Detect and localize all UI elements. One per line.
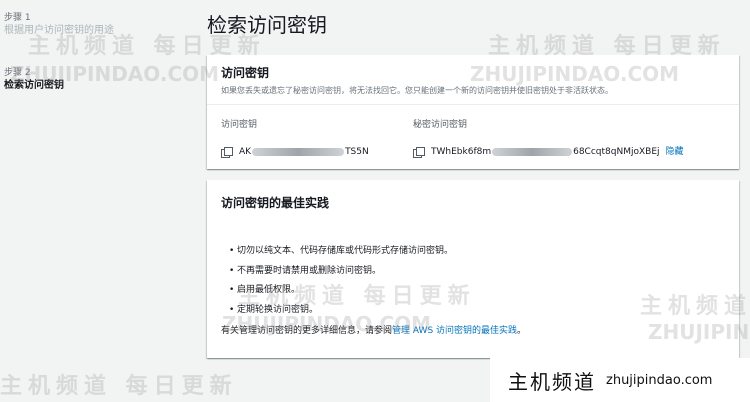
redacted-mask	[492, 148, 573, 156]
access-key-value-row: AK TS5N	[221, 146, 369, 158]
secret-key-prefix: TWhEbk6f8m	[431, 147, 492, 157]
step-title: 检索访问密钥	[4, 80, 64, 91]
secret-key-value-row: TWhEbk6f8m 68Ccqt8qNMjoXBEj 隐藏	[413, 146, 684, 158]
card-title: 访问密钥的最佳实践	[221, 196, 330, 210]
site-watermark-banner: 主机频道 zhujipindao.com	[490, 358, 750, 402]
access-key-column: 访问密钥 AK TS5N	[221, 119, 369, 158]
access-key-label: 访问密钥	[221, 120, 258, 130]
copy-icon[interactable]	[413, 146, 425, 158]
step-number: 步骤 2	[4, 68, 31, 78]
step-number: 步骤 1	[4, 13, 31, 23]
list-item: 定期轮换访问密钥。	[229, 301, 453, 321]
access-key-suffix: TS5N	[345, 147, 369, 157]
list-item: 启用最低权限。	[229, 281, 453, 301]
page-title: 检索访问密钥	[207, 13, 327, 37]
card-description: 如果您丢失或遗忘了秘密访问密钥，将无法找回它。您只能创建一个新的访问密钥并使旧密…	[221, 86, 613, 95]
best-practices-link[interactable]: 管理 AWS 访问密钥的最佳实践	[392, 326, 517, 336]
banner-site-url: zhujipindao.com	[606, 372, 713, 388]
card-header: 访问密钥 如果您丢失或遗忘了秘密访问密钥，将无法找回它。您只能创建一个新的访问密…	[207, 55, 739, 105]
copy-icon[interactable]	[221, 146, 233, 158]
hide-secret-link[interactable]: 隐藏	[666, 146, 684, 158]
step-title: 根据用户访问密钥的用途	[4, 25, 114, 36]
note-prefix: 有关管理访问密钥的更多详细信息，请参阅	[221, 326, 393, 336]
secret-key-column: 秘密访问密钥 TWhEbk6f8m 68Ccqt8qNMjoXBEj 隐藏	[413, 119, 684, 158]
banner-site-name: 主机频道	[508, 369, 596, 394]
best-practices-list: 切勿以纯文本、代码存储库或代码形式存储访问密钥。 不再需要时请禁用或删除访问密钥…	[229, 242, 453, 320]
more-info-note: 有关管理访问密钥的更多详细信息，请参阅管理 AWS 访问密钥的最佳实践。	[221, 325, 526, 337]
redacted-mask	[252, 148, 345, 156]
access-key-prefix: AK	[239, 147, 252, 157]
access-key-card: 访问密钥 如果您丢失或遗忘了秘密访问密钥，将无法找回它。您只能创建一个新的访问密…	[207, 55, 739, 169]
wizard-step-1[interactable]: 步骤 1 根据用户访问密钥的用途	[4, 12, 114, 37]
wizard-sidebar: 步骤 1 根据用户访问密钥的用途 步骤 2 检索访问密钥	[0, 0, 200, 402]
secret-key-label: 秘密访问密钥	[413, 120, 468, 130]
list-item: 不再需要时请禁用或删除访问密钥。	[229, 262, 453, 282]
note-suffix: 。	[517, 326, 527, 336]
card-title: 访问密钥	[221, 66, 270, 80]
secret-key-suffix: 68Ccqt8qNMjoXBEj	[573, 147, 660, 157]
list-item: 切勿以纯文本、代码存储库或代码形式存储访问密钥。	[229, 242, 453, 262]
best-practices-card: 访问密钥的最佳实践 切勿以纯文本、代码存储库或代码形式存储访问密钥。 不再需要时…	[207, 180, 739, 358]
wizard-step-2[interactable]: 步骤 2 检索访问密钥	[4, 67, 64, 92]
